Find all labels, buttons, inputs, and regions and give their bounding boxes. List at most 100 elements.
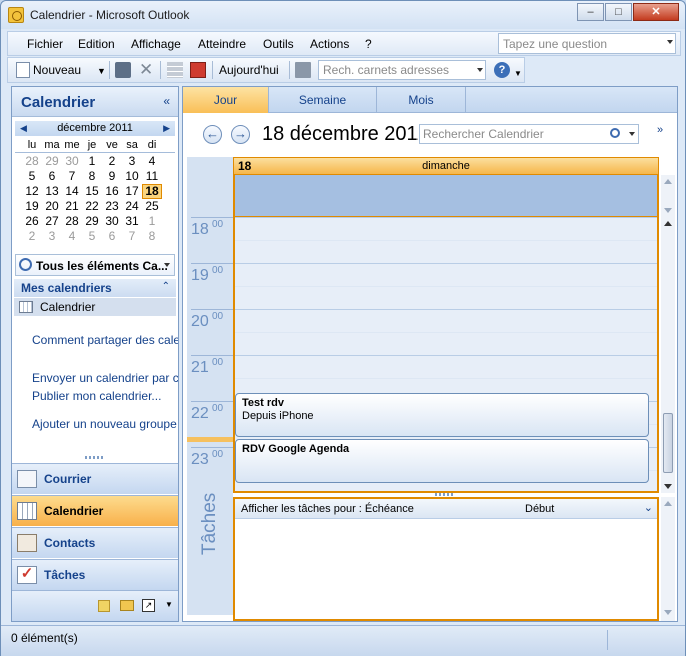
scroll-down-icon[interactable] <box>664 208 672 213</box>
share-calendar-link[interactable]: Comment partager des calendriers <box>32 333 178 347</box>
mini-calendar-day[interactable]: 15 <box>82 184 102 199</box>
menu-help[interactable]: ? <box>365 37 372 51</box>
mini-calendar-day[interactable]: 7 <box>122 229 142 244</box>
configure-buttons-icon[interactable]: ▼ <box>165 600 173 609</box>
mini-calendar-day[interactable]: 1 <box>142 214 162 229</box>
mini-calendar-day[interactable]: 25 <box>142 199 162 214</box>
menu-atteindre[interactable]: Atteindre <box>198 37 246 51</box>
tasks-scrollbar[interactable] <box>661 497 675 621</box>
mini-calendar-day[interactable]: 10 <box>122 169 142 184</box>
mini-calendar-day[interactable]: 7 <box>62 169 82 184</box>
appointment[interactable]: RDV Google Agenda <box>235 439 649 483</box>
scroll-up-icon[interactable] <box>664 501 672 506</box>
calendar-search-input[interactable]: Rechercher Calendrier <box>419 124 639 144</box>
mini-calendar-day[interactable]: 17 <box>122 184 142 199</box>
mini-calendar-day[interactable]: 23 <box>102 199 122 214</box>
mini-calendar-day[interactable]: 31 <box>122 214 142 229</box>
mini-calendar-day[interactable]: 19 <box>22 199 42 214</box>
mini-calendar-day[interactable]: 1 <box>82 154 102 169</box>
back-arrow-icon[interactable]: ← <box>203 125 222 144</box>
calendar-list-item[interactable]: Calendrier <box>14 298 176 316</box>
mini-calendar-day[interactable]: 13 <box>42 184 62 199</box>
tab-jour[interactable]: Jour <box>183 87 269 113</box>
nav-button-contacts[interactable]: Contacts <box>12 527 178 558</box>
shortcut-icon[interactable]: ↗ <box>142 599 155 612</box>
menu-affichage[interactable]: Affichage <box>131 37 181 51</box>
address-dropdown-icon[interactable] <box>477 68 483 72</box>
mini-calendar-day[interactable]: 28 <box>22 154 42 169</box>
mini-calendar-day[interactable]: 11 <box>142 169 162 184</box>
address-search-input[interactable]: Rech. carnets adresses <box>318 60 486 80</box>
delete-icon[interactable]: ✕ <box>139 60 153 80</box>
mini-calendar-day[interactable]: 20 <box>42 199 62 214</box>
mini-calendar-day[interactable]: 3 <box>122 154 142 169</box>
mini-calendar-day[interactable]: 21 <box>62 199 82 214</box>
tasks-splitter-grip[interactable] <box>435 493 455 496</box>
mini-calendar-day[interactable]: 22 <box>82 199 102 214</box>
scroll-thumb[interactable] <box>663 413 673 473</box>
menu-actions[interactable]: Actions <box>310 37 349 51</box>
address-book-icon[interactable] <box>295 62 311 78</box>
print-icon[interactable] <box>115 62 131 78</box>
mini-calendar-day[interactable]: 29 <box>82 214 102 229</box>
my-calendars-header[interactable]: Mes calendriers ⌃ <box>14 279 176 297</box>
search-options-icon[interactable] <box>629 132 635 136</box>
mini-calendar-day[interactable]: 26 <box>22 214 42 229</box>
nav-button-taches[interactable]: ✓ Tâches <box>12 559 178 590</box>
mini-calendar-day[interactable]: 9 <box>102 169 122 184</box>
mini-calendar-day[interactable]: 16 <box>102 184 122 199</box>
day-header[interactable]: 18 dimanche <box>233 157 659 175</box>
send-calendar-link[interactable]: Envoyer un calendrier par courrier <box>32 371 178 385</box>
add-group-link[interactable]: Ajouter un nouveau groupe <box>32 417 178 431</box>
minimize-button[interactable]: – <box>577 3 604 21</box>
all-day-scrollbar[interactable] <box>661 175 675 217</box>
mini-calendar-day[interactable]: 28 <box>62 214 82 229</box>
appointment[interactable]: Test rdv Depuis iPhone <box>235 393 649 437</box>
mini-calendar-day[interactable]: 14 <box>62 184 82 199</box>
notes-icon[interactable] <box>98 600 110 612</box>
ask-dropdown-icon[interactable] <box>667 40 673 44</box>
mini-calendar-day[interactable]: 2 <box>102 154 122 169</box>
menu-edition[interactable]: Edition <box>78 37 115 51</box>
menu-fichier[interactable]: Fichier <box>27 37 63 51</box>
publish-calendar-link[interactable]: Publier mon calendrier... <box>32 389 178 403</box>
splitter-grip[interactable] <box>85 456 105 459</box>
help-icon[interactable]: ? <box>494 62 510 78</box>
mini-calendar-day[interactable]: 24 <box>122 199 142 214</box>
new-button[interactable]: Nouveau <box>33 63 81 77</box>
mini-calendar-day[interactable]: 12 <box>22 184 42 199</box>
mini-calendar-day[interactable]: 2 <box>22 229 42 244</box>
mini-calendar-day[interactable]: 5 <box>82 229 102 244</box>
mini-calendar-day[interactable]: 30 <box>102 214 122 229</box>
prev-month-icon[interactable]: ◀ <box>20 121 27 136</box>
close-button[interactable]: ✕ <box>633 3 679 21</box>
tab-semaine[interactable]: Semaine <box>269 87 377 113</box>
next-month-icon[interactable]: ▶ <box>163 121 170 136</box>
ask-question-input[interactable]: Tapez une question <box>498 33 676 54</box>
day-scrollbar[interactable] <box>661 217 675 493</box>
selector-dropdown-icon[interactable] <box>164 263 170 267</box>
new-dropdown-icon[interactable]: ▼ <box>97 66 106 76</box>
all-day-events-area[interactable] <box>233 175 659 217</box>
menu-outils[interactable]: Outils <box>263 37 294 51</box>
mini-calendar-day[interactable]: 4 <box>62 229 82 244</box>
mini-calendar-day[interactable]: 8 <box>142 229 162 244</box>
forward-arrow-icon[interactable]: → <box>231 125 250 144</box>
tasks-header[interactable]: Afficher les tâches pour : Échéance Débu… <box>235 499 657 519</box>
tasks-start-column[interactable]: Début <box>525 503 554 515</box>
grid-icon[interactable] <box>167 62 183 78</box>
nav-button-calendrier[interactable]: Calendrier <box>12 495 178 526</box>
tasks-panel[interactable]: Afficher les tâches pour : Échéance Débu… <box>233 497 659 621</box>
calendar-view-icon[interactable] <box>190 62 206 78</box>
mini-calendar-day[interactable]: 6 <box>102 229 122 244</box>
search-icon[interactable] <box>610 128 620 138</box>
mini-calendar-day[interactable]: 29 <box>42 154 62 169</box>
maximize-button[interactable]: □ <box>605 3 632 21</box>
mini-calendar-day[interactable]: 8 <box>82 169 102 184</box>
scroll-up-icon[interactable] <box>664 179 672 184</box>
today-button[interactable]: Aujourd'hui <box>219 63 279 77</box>
collapse-icon[interactable]: « <box>163 94 170 108</box>
expand-search-icon[interactable]: » <box>657 124 663 136</box>
mini-calendar-today[interactable]: 18 <box>142 184 162 199</box>
tab-mois[interactable]: Mois <box>377 87 466 113</box>
